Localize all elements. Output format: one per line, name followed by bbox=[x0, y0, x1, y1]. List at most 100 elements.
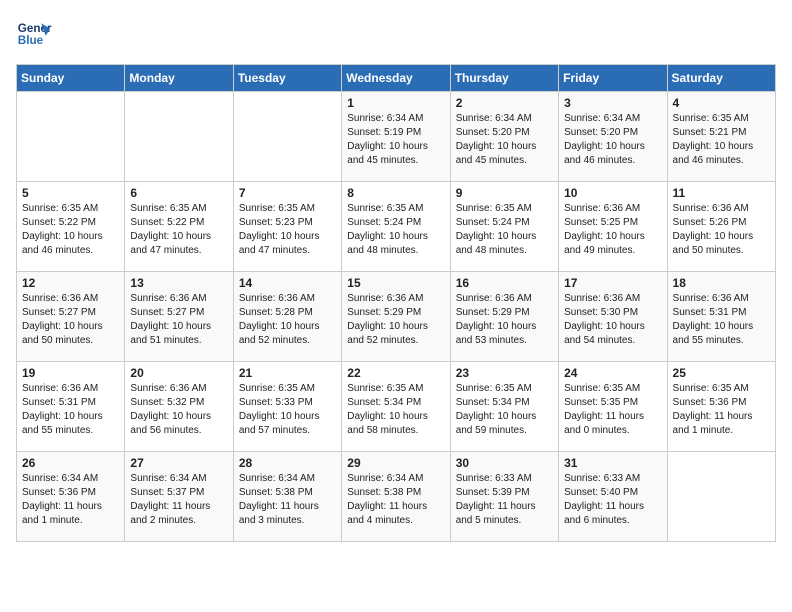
day-number: 25 bbox=[673, 366, 770, 380]
svg-text:Blue: Blue bbox=[18, 34, 44, 47]
calendar-cell: 6 Sunrise: 6:35 AM Sunset: 5:22 PM Daylig… bbox=[125, 182, 233, 272]
calendar-cell: 8 Sunrise: 6:35 AM Sunset: 5:24 PM Daylig… bbox=[342, 182, 450, 272]
calendar-week-row: 19 Sunrise: 6:36 AM Sunset: 5:31 PM Dayli… bbox=[17, 362, 776, 452]
page-header: General Blue bbox=[16, 16, 776, 52]
calendar-cell bbox=[125, 92, 233, 182]
cell-content: Sunrise: 6:34 AM Sunset: 5:19 PM Dayligh… bbox=[347, 112, 444, 168]
day-number: 9 bbox=[456, 186, 553, 200]
calendar-cell: 27Sunrise: 6:34 AM Sunset: 5:37 PM Dayli… bbox=[125, 452, 233, 542]
calendar-table: SundayMondayTuesdayWednesdayThursdayFrid… bbox=[16, 64, 776, 542]
cell-content: Sunrise: 6:35 AM Sunset: 5:34 PM Dayligh… bbox=[347, 382, 444, 438]
day-number: 12 bbox=[22, 276, 119, 290]
day-number: 11 bbox=[673, 186, 770, 200]
cell-content: Sunrise: 6:36 AM Sunset: 5:31 PM Dayligh… bbox=[22, 382, 119, 438]
day-number: 2 bbox=[456, 96, 553, 110]
day-number: 18 bbox=[673, 276, 770, 290]
cell-content: Sunrise: 6:33 AM Sunset: 5:40 PM Dayligh… bbox=[564, 472, 661, 528]
day-number: 24 bbox=[564, 366, 661, 380]
day-number: 28 bbox=[239, 456, 336, 470]
weekday-header: Wednesday bbox=[342, 65, 450, 92]
calendar-cell: 14 Sunrise: 6:36 AM Sunset: 5:28 PM Dayli… bbox=[233, 272, 341, 362]
calendar-cell: 1 Sunrise: 6:34 AM Sunset: 5:19 PM Daylig… bbox=[342, 92, 450, 182]
day-number: 20 bbox=[130, 366, 227, 380]
day-number: 23 bbox=[456, 366, 553, 380]
cell-content: Sunrise: 6:36 AM Sunset: 5:27 PM Dayligh… bbox=[22, 292, 119, 348]
day-number: 16 bbox=[456, 276, 553, 290]
cell-content: Sunrise: 6:33 AM Sunset: 5:39 PM Dayligh… bbox=[456, 472, 553, 528]
day-number: 31 bbox=[564, 456, 661, 470]
cell-content: Sunrise: 6:34 AM Sunset: 5:38 PM Dayligh… bbox=[347, 472, 444, 528]
calendar-cell bbox=[17, 92, 125, 182]
cell-content: Sunrise: 6:35 AM Sunset: 5:24 PM Dayligh… bbox=[456, 202, 553, 258]
calendar-week-row: 1 Sunrise: 6:34 AM Sunset: 5:19 PM Daylig… bbox=[17, 92, 776, 182]
logo: General Blue bbox=[16, 16, 52, 52]
cell-content: Sunrise: 6:36 AM Sunset: 5:31 PM Dayligh… bbox=[673, 292, 770, 348]
calendar-week-row: 26Sunrise: 6:34 AM Sunset: 5:36 PM Dayli… bbox=[17, 452, 776, 542]
day-number: 5 bbox=[22, 186, 119, 200]
header-row: SundayMondayTuesdayWednesdayThursdayFrid… bbox=[17, 65, 776, 92]
calendar-cell: 7 Sunrise: 6:35 AM Sunset: 5:23 PM Daylig… bbox=[233, 182, 341, 272]
calendar-cell: 20 Sunrise: 6:36 AM Sunset: 5:32 PM Dayli… bbox=[125, 362, 233, 452]
day-number: 3 bbox=[564, 96, 661, 110]
cell-content: Sunrise: 6:35 AM Sunset: 5:36 PM Dayligh… bbox=[673, 382, 770, 438]
cell-content: Sunrise: 6:35 AM Sunset: 5:34 PM Dayligh… bbox=[456, 382, 553, 438]
cell-content: Sunrise: 6:36 AM Sunset: 5:29 PM Dayligh… bbox=[456, 292, 553, 348]
calendar-cell: 2 Sunrise: 6:34 AM Sunset: 5:20 PM Daylig… bbox=[450, 92, 558, 182]
cell-content: Sunrise: 6:36 AM Sunset: 5:30 PM Dayligh… bbox=[564, 292, 661, 348]
day-number: 14 bbox=[239, 276, 336, 290]
calendar-cell: 23 Sunrise: 6:35 AM Sunset: 5:34 PM Dayli… bbox=[450, 362, 558, 452]
cell-content: Sunrise: 6:35 AM Sunset: 5:22 PM Dayligh… bbox=[130, 202, 227, 258]
weekday-header: Thursday bbox=[450, 65, 558, 92]
weekday-header: Sunday bbox=[17, 65, 125, 92]
calendar-cell bbox=[667, 452, 775, 542]
day-number: 15 bbox=[347, 276, 444, 290]
cell-content: Sunrise: 6:34 AM Sunset: 5:20 PM Dayligh… bbox=[564, 112, 661, 168]
day-number: 13 bbox=[130, 276, 227, 290]
cell-content: Sunrise: 6:36 AM Sunset: 5:29 PM Dayligh… bbox=[347, 292, 444, 348]
cell-content: Sunrise: 6:36 AM Sunset: 5:27 PM Dayligh… bbox=[130, 292, 227, 348]
cell-content: Sunrise: 6:34 AM Sunset: 5:38 PM Dayligh… bbox=[239, 472, 336, 528]
weekday-header: Saturday bbox=[667, 65, 775, 92]
day-number: 22 bbox=[347, 366, 444, 380]
cell-content: Sunrise: 6:34 AM Sunset: 5:37 PM Dayligh… bbox=[130, 472, 227, 528]
day-number: 19 bbox=[22, 366, 119, 380]
calendar-cell: 3 Sunrise: 6:34 AM Sunset: 5:20 PM Daylig… bbox=[559, 92, 667, 182]
calendar-cell: 15 Sunrise: 6:36 AM Sunset: 5:29 PM Dayli… bbox=[342, 272, 450, 362]
calendar-cell: 30Sunrise: 6:33 AM Sunset: 5:39 PM Dayli… bbox=[450, 452, 558, 542]
day-number: 7 bbox=[239, 186, 336, 200]
cell-content: Sunrise: 6:35 AM Sunset: 5:33 PM Dayligh… bbox=[239, 382, 336, 438]
calendar-cell: 16 Sunrise: 6:36 AM Sunset: 5:29 PM Dayli… bbox=[450, 272, 558, 362]
day-number: 8 bbox=[347, 186, 444, 200]
day-number: 4 bbox=[673, 96, 770, 110]
calendar-cell: 18 Sunrise: 6:36 AM Sunset: 5:31 PM Dayli… bbox=[667, 272, 775, 362]
calendar-week-row: 12 Sunrise: 6:36 AM Sunset: 5:27 PM Dayli… bbox=[17, 272, 776, 362]
calendar-cell: 25 Sunrise: 6:35 AM Sunset: 5:36 PM Dayli… bbox=[667, 362, 775, 452]
weekday-header: Monday bbox=[125, 65, 233, 92]
cell-content: Sunrise: 6:35 AM Sunset: 5:22 PM Dayligh… bbox=[22, 202, 119, 258]
calendar-cell: 5 Sunrise: 6:35 AM Sunset: 5:22 PM Daylig… bbox=[17, 182, 125, 272]
weekday-header: Friday bbox=[559, 65, 667, 92]
calendar-cell: 26Sunrise: 6:34 AM Sunset: 5:36 PM Dayli… bbox=[17, 452, 125, 542]
calendar-cell: 11Sunrise: 6:36 AM Sunset: 5:26 PM Dayli… bbox=[667, 182, 775, 272]
cell-content: Sunrise: 6:36 AM Sunset: 5:28 PM Dayligh… bbox=[239, 292, 336, 348]
day-number: 29 bbox=[347, 456, 444, 470]
cell-content: Sunrise: 6:36 AM Sunset: 5:32 PM Dayligh… bbox=[130, 382, 227, 438]
calendar-cell: 22 Sunrise: 6:35 AM Sunset: 5:34 PM Dayli… bbox=[342, 362, 450, 452]
cell-content: Sunrise: 6:35 AM Sunset: 5:35 PM Dayligh… bbox=[564, 382, 661, 438]
calendar-cell: 4 Sunrise: 6:35 AM Sunset: 5:21 PM Daylig… bbox=[667, 92, 775, 182]
cell-content: Sunrise: 6:35 AM Sunset: 5:21 PM Dayligh… bbox=[673, 112, 770, 168]
calendar-cell: 31 Sunrise: 6:33 AM Sunset: 5:40 PM Dayli… bbox=[559, 452, 667, 542]
cell-content: Sunrise: 6:34 AM Sunset: 5:20 PM Dayligh… bbox=[456, 112, 553, 168]
cell-content: Sunrise: 6:35 AM Sunset: 5:23 PM Dayligh… bbox=[239, 202, 336, 258]
cell-content: Sunrise: 6:35 AM Sunset: 5:24 PM Dayligh… bbox=[347, 202, 444, 258]
calendar-cell: 19 Sunrise: 6:36 AM Sunset: 5:31 PM Dayli… bbox=[17, 362, 125, 452]
calendar-cell: 12 Sunrise: 6:36 AM Sunset: 5:27 PM Dayli… bbox=[17, 272, 125, 362]
weekday-header: Tuesday bbox=[233, 65, 341, 92]
day-number: 6 bbox=[130, 186, 227, 200]
cell-content: Sunrise: 6:36 AM Sunset: 5:25 PM Dayligh… bbox=[564, 202, 661, 258]
calendar-cell: 13 Sunrise: 6:36 AM Sunset: 5:27 PM Dayli… bbox=[125, 272, 233, 362]
calendar-cell: 28 Sunrise: 6:34 AM Sunset: 5:38 PM Dayli… bbox=[233, 452, 341, 542]
day-number: 1 bbox=[347, 96, 444, 110]
calendar-cell: 29 Sunrise: 6:34 AM Sunset: 5:38 PM Dayli… bbox=[342, 452, 450, 542]
calendar-cell bbox=[233, 92, 341, 182]
